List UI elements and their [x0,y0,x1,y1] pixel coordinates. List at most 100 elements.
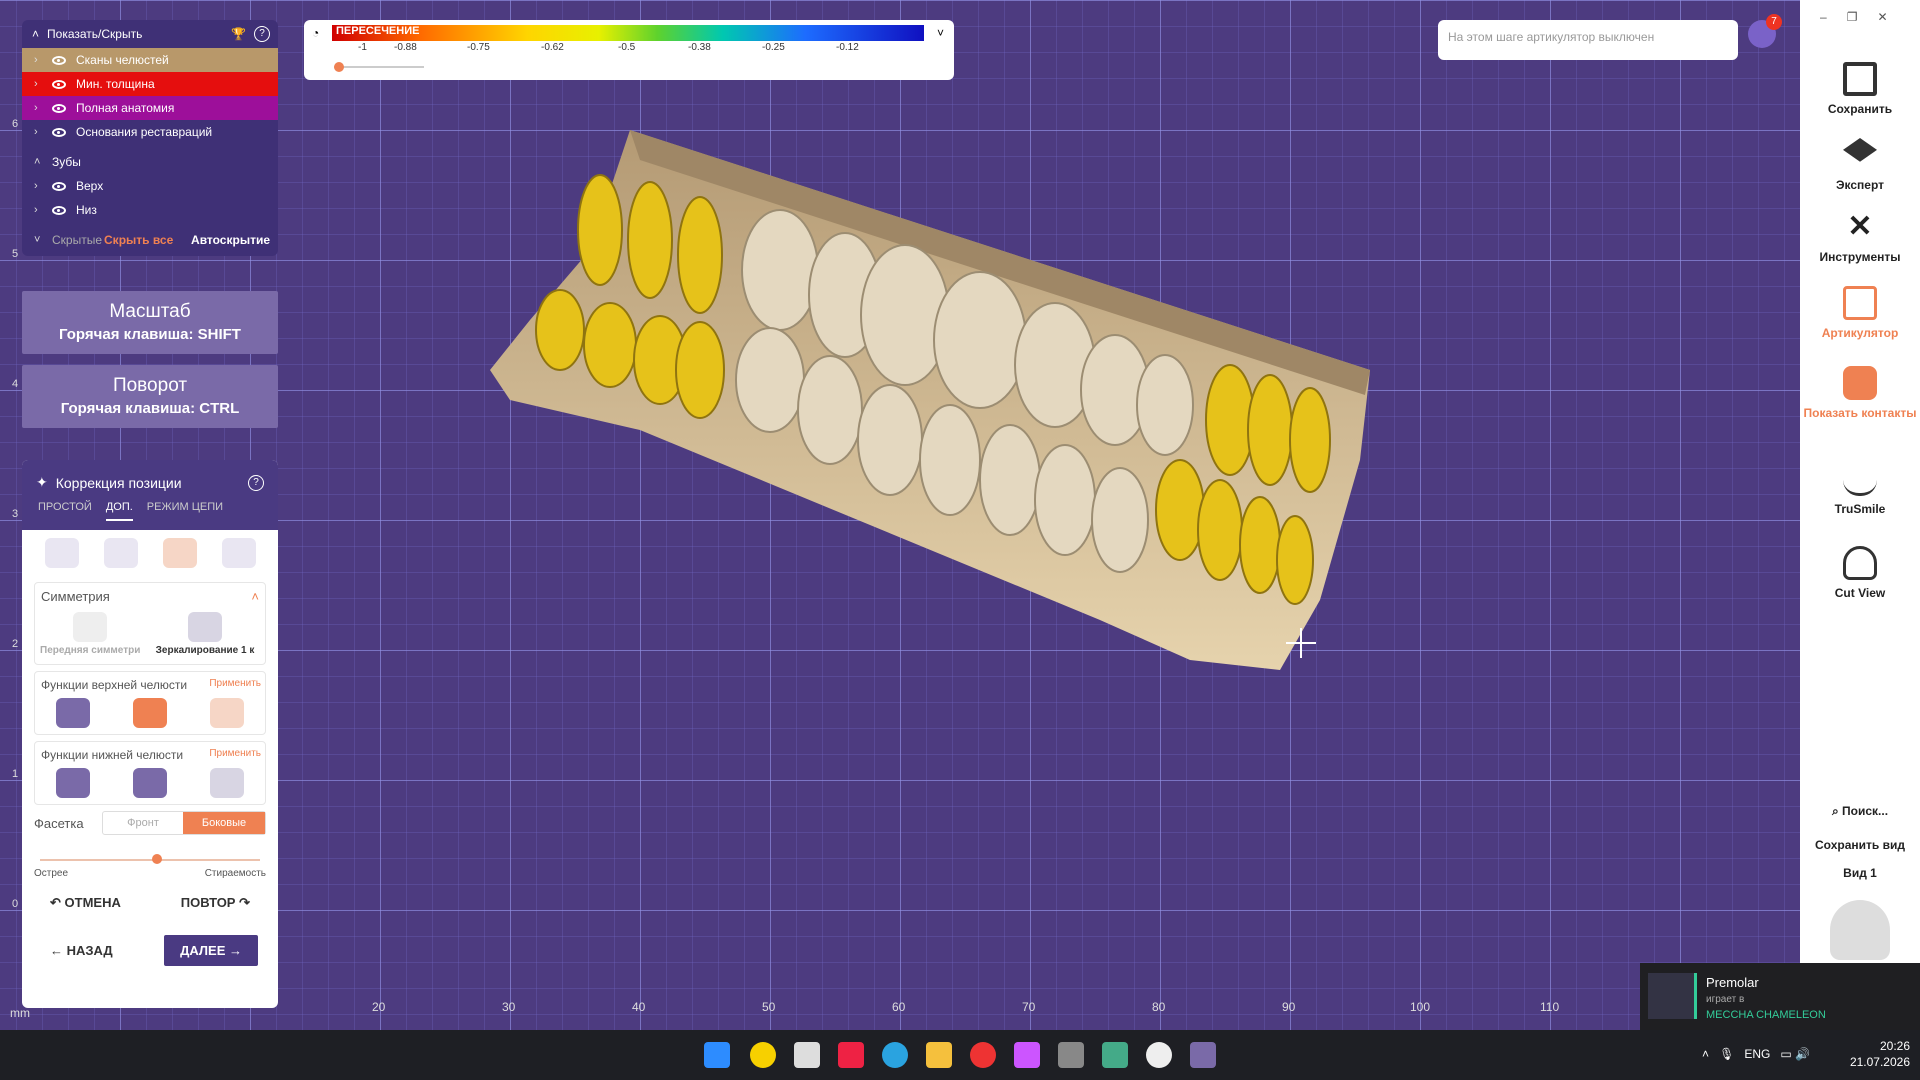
obs-icon[interactable] [1146,1042,1172,1068]
layer-min-thickness[interactable]: › Мин. толщина [22,72,278,96]
cutview-label: Cut View [1834,586,1886,600]
chevron-up-icon[interactable]: ˄ [34,156,42,168]
upper-jaw-raise-icon[interactable] [132,698,167,728]
lower-jaw-lower-icon[interactable] [132,768,167,798]
upper-jaw-tool-icon[interactable] [56,698,91,728]
help-icon[interactable]: ? [254,26,270,42]
layer-label: Сканы челюстей [76,53,169,67]
steam-icon[interactable] [1102,1042,1128,1068]
upper-jaw-arch-icon[interactable] [209,698,244,728]
language-indicator[interactable]: ENG [1744,1047,1770,1061]
back-button[interactable]: ← НАЗАД [50,943,113,958]
view-tooth-icon[interactable] [103,538,138,568]
chevron-down-icon[interactable]: ˅ [34,234,42,246]
slider-handle[interactable] [334,62,344,72]
tools-button[interactable]: ✕ Инструменты [1800,210,1920,264]
ruler-y-label: 1 [12,768,19,780]
network-icon[interactable]: ▭ [1780,1047,1791,1061]
threshold-slider[interactable] [334,62,424,72]
chevron-up-icon[interactable]: ˄ [1702,1047,1709,1061]
trophy-icon[interactable]: 🏆 [231,27,246,41]
layers-header[interactable]: ˄ Показать/Скрыть 🏆 ? [22,20,278,48]
search-button[interactable]: ⌕ Поиск... [1800,804,1920,819]
teeth-group[interactable]: ˄ Зубы [22,150,278,174]
teeth-upper[interactable]: › Верх [22,174,278,198]
undo-button[interactable]: ↶ ОТМЕНА [50,895,121,911]
chevron-right-icon[interactable]: › [34,126,42,138]
exocad-icon[interactable] [1058,1042,1084,1068]
eye-icon[interactable] [52,55,66,65]
chevron-down-icon[interactable]: ˅ [937,26,944,40]
teeth-lower[interactable]: › Низ [22,198,278,222]
layer-full-anatomy[interactable]: › Полная анатомия [22,96,278,120]
lower-jaw-tool-icon[interactable] [56,768,91,798]
app-shield-icon[interactable] [838,1042,864,1068]
next-button[interactable]: ДАЛЕЕ → [164,935,258,966]
articulator-button[interactable]: Артикулятор [1800,286,1920,340]
expert-button[interactable]: Эксперт [1800,138,1920,192]
tab-simple[interactable]: ПРОСТОЙ [38,501,92,521]
chrome-icon[interactable] [970,1042,996,1068]
chevron-right-icon[interactable]: › [34,180,42,192]
tab-extra[interactable]: ДОП. [105,501,133,521]
expert-label: Эксперт [1835,178,1885,192]
save-view-button[interactable]: Сохранить вид [1800,838,1920,852]
apply-lower-link[interactable]: Применить [209,748,261,762]
lower-jaw-arch-icon[interactable] [209,768,244,798]
minimize-icon[interactable]: – [1820,10,1847,24]
clock[interactable]: 20:26 21.07.2026 [1850,1038,1910,1070]
chevron-right-icon[interactable]: › [34,78,42,90]
eye-icon[interactable] [52,181,66,191]
restore-icon[interactable]: ❐ [1847,10,1878,24]
front-symmetry-button[interactable]: Передняя симметрия [40,612,140,656]
right-toolbar: –❐✕ Сохранить Эксперт ✕ Инструменты Арти… [1800,0,1920,1030]
mic-icon[interactable]: 🎙 [1719,1047,1734,1061]
expert-icon [1843,138,1877,162]
view-selector[interactable]: Вид 1 [1800,866,1920,880]
trusmile-button[interactable]: TruSmile [1800,462,1920,516]
slider-handle[interactable] [151,854,162,864]
layer-jaw-scans[interactable]: › Сканы челюстей [22,48,278,72]
chevron-up-icon[interactable]: ˄ [251,589,259,604]
view-cube-icon[interactable] [1830,900,1890,960]
app-doc-icon[interactable] [794,1042,820,1068]
folder-icon[interactable] [926,1042,952,1068]
redo-button[interactable]: ПОВТОР ↷ [181,895,250,911]
eye-icon[interactable] [52,79,66,89]
correction-header: ✦ Коррекция позиции ? ПРОСТОЙ ДОП. РЕЖИМ… [22,460,278,530]
tooth-shape-icon[interactable] [162,538,197,568]
zoom-mode-button[interactable]: Масштаб Горячая клавиша: SHIFT [22,291,278,354]
symmetry-icon [73,612,107,642]
tab-chain-mode[interactable]: РЕЖИМ ЦЕПИ [147,501,223,521]
cad-app-icon[interactable] [1190,1042,1216,1068]
move-tooth-icon[interactable] [44,538,79,568]
facet-slider[interactable]: Острее Стираемость [34,853,266,883]
save-button[interactable]: Сохранить [1800,62,1920,116]
chevron-right-icon[interactable]: › [34,204,42,216]
layers-panel: ˄ Показать/Скрыть 🏆 ? › Сканы челюстей ›… [22,20,278,256]
apply-upper-link[interactable]: Применить [209,678,261,692]
help-icon[interactable]: ? [248,474,264,491]
windows-start-icon[interactable] [704,1042,730,1068]
hide-all-link[interactable]: Скрыть все [104,233,173,247]
autohide-link[interactable]: Автоскрытие [191,233,270,247]
eye-icon[interactable] [52,103,66,113]
app-drop-icon[interactable] [1014,1042,1040,1068]
close-icon[interactable]: ✕ [1877,10,1907,24]
facet-front-option[interactable]: Фронт [103,812,183,834]
app-sun-icon[interactable] [750,1042,776,1068]
telegram-icon[interactable] [882,1042,908,1068]
layer-restoration-bases[interactable]: › Основания реставраций [22,120,278,144]
volume-icon[interactable]: 🔊 [1795,1047,1810,1061]
show-contacts-button[interactable]: Показать контакты [1800,366,1920,420]
tooth-base-icon[interactable] [221,538,256,568]
eye-icon[interactable] [52,127,66,137]
facet-lateral-option[interactable]: Боковые [183,812,265,834]
chevron-right-icon[interactable]: › [34,102,42,114]
next-label: ДАЛЕЕ [180,943,226,958]
cut-view-button[interactable]: Cut View [1800,546,1920,600]
chevron-right-icon[interactable]: › [34,54,42,66]
rotate-mode-button[interactable]: Поворот Горячая клавиша: CTRL [22,365,278,428]
mirror-button[interactable]: Зеркалирование 1 к [150,612,260,656]
eye-icon[interactable] [52,205,66,215]
